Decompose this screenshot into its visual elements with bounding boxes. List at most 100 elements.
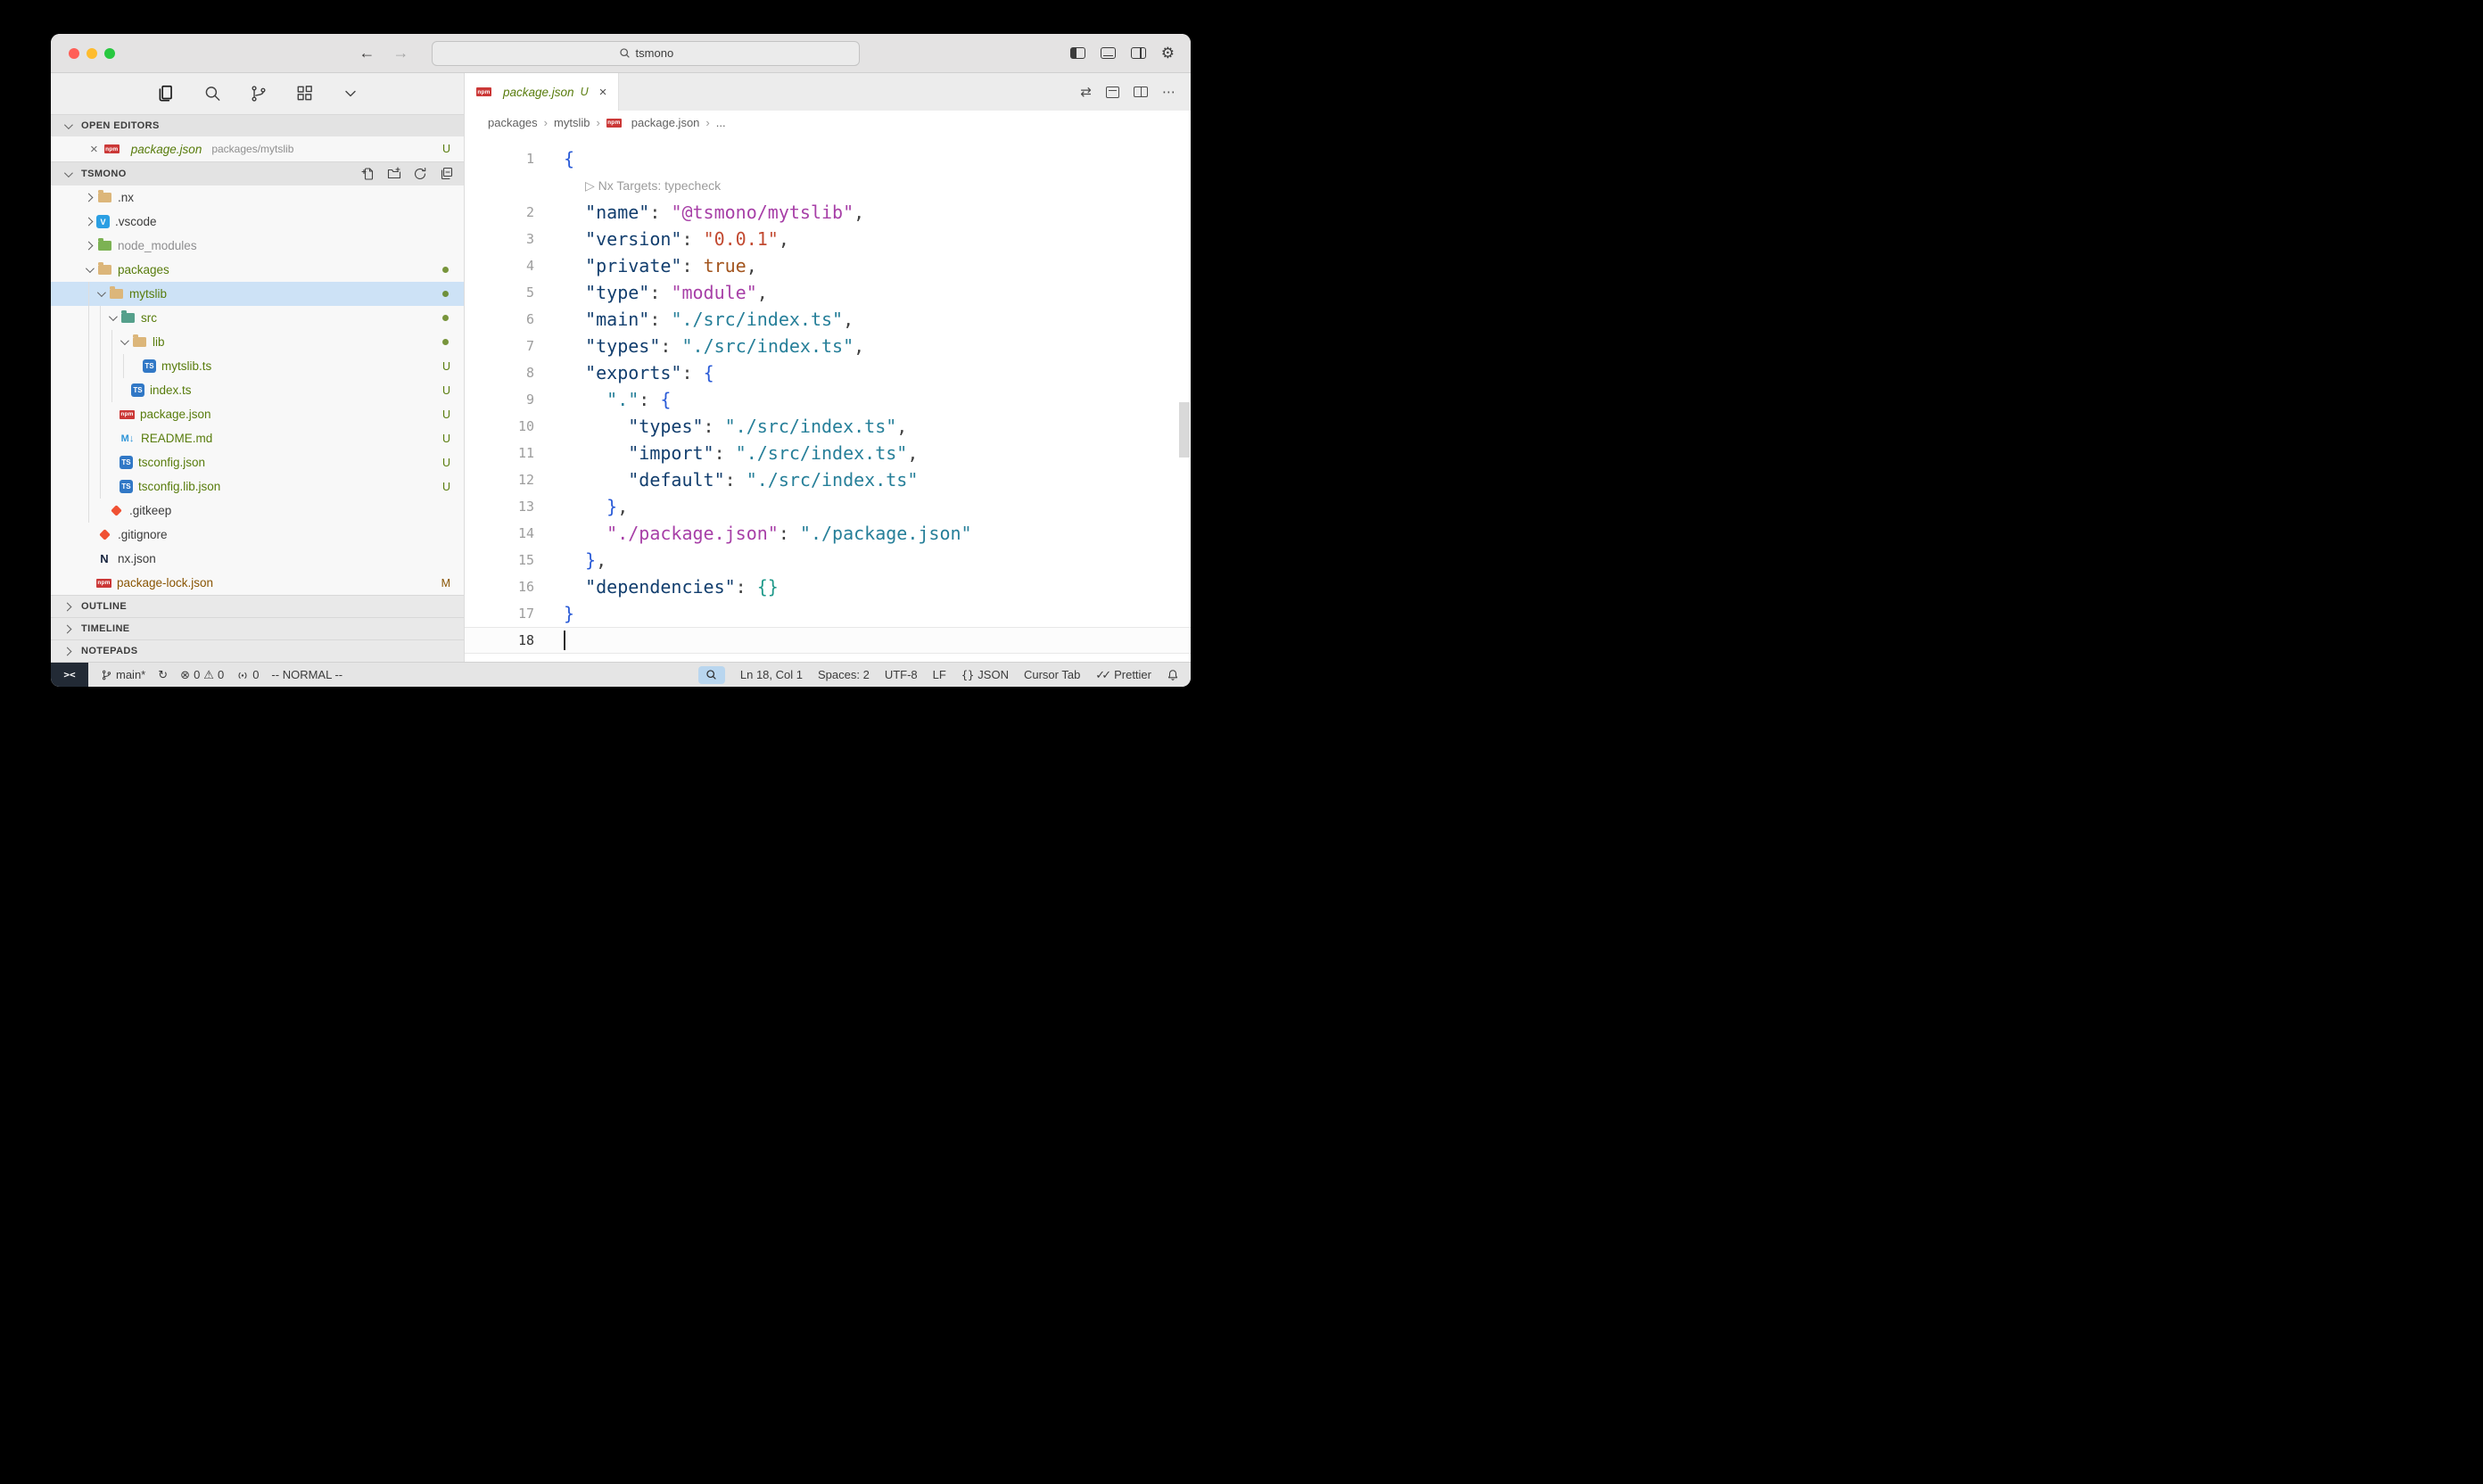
source-control-icon[interactable]: [249, 84, 268, 103]
code-line-17[interactable]: 17}: [465, 600, 1191, 627]
open-editors-label: OPEN EDITORS: [81, 120, 160, 131]
new-folder-icon[interactable]: [387, 167, 401, 181]
close-window-button[interactable]: [69, 48, 79, 59]
tab-package-json[interactable]: npm package.json U ×: [465, 73, 619, 111]
minimize-window-button[interactable]: [87, 48, 97, 59]
extensions-icon[interactable]: [295, 84, 315, 103]
section-notepads[interactable]: NOTEPADS: [51, 639, 464, 662]
tree-item-.vscode[interactable]: V.vscode: [51, 210, 464, 234]
codelens-nx-targets[interactable]: ▷ Nx Targets: typecheck: [465, 172, 1191, 199]
command-center-search[interactable]: tsmono: [432, 41, 860, 66]
vim-mode-text: -- NORMAL --: [271, 668, 342, 681]
tree-item-tsconfig.lib.json[interactable]: TStsconfig.lib.jsonU: [51, 474, 464, 499]
explorer-icon[interactable]: [156, 84, 176, 103]
open-editors-header[interactable]: OPEN EDITORS: [51, 114, 464, 136]
notifications-bell[interactable]: [1167, 669, 1179, 681]
tree-item-mytslib[interactable]: mytslib: [51, 282, 464, 306]
code-line-5[interactable]: 5 "type": "module",: [465, 279, 1191, 306]
toggle-primary-sidebar-icon[interactable]: [1070, 47, 1085, 59]
navigate-back-icon[interactable]: ←: [359, 44, 375, 62]
remote-indicator[interactable]: ><: [51, 663, 88, 687]
breadcrumb-item-packages[interactable]: packages: [488, 116, 538, 129]
editor-scrollbar[interactable]: [1179, 402, 1190, 458]
tree-item-src[interactable]: src: [51, 306, 464, 330]
tree-item-node_modules[interactable]: node_modules: [51, 234, 464, 258]
section-timeline[interactable]: TIMELINE: [51, 617, 464, 639]
tree-item-.nx[interactable]: .nx: [51, 186, 464, 210]
code-line-16[interactable]: 16 "dependencies": {}: [465, 573, 1191, 600]
title-bar: ← → tsmono ⚙: [51, 34, 1191, 73]
tree-item-.gitignore[interactable]: .gitignore: [51, 523, 464, 547]
toggle-panel-icon[interactable]: [1101, 47, 1116, 59]
file-name: README.md: [141, 432, 212, 445]
ports-status[interactable]: 0: [236, 668, 259, 681]
open-editor-package-json[interactable]: × npm package.json packages/mytslib U: [51, 136, 464, 161]
tree-item-.gitkeep[interactable]: .gitkeep: [51, 499, 464, 523]
sync-status[interactable]: ↻: [158, 668, 168, 682]
more-actions-icon[interactable]: ⋯: [1162, 84, 1176, 100]
breadcrumb-item-mytslib[interactable]: mytslib: [554, 116, 590, 129]
collapse-folders-icon[interactable]: [439, 167, 453, 181]
toggle-secondary-sidebar-icon[interactable]: [1131, 47, 1146, 59]
chevron-down-icon: [64, 169, 73, 177]
cursor-position-status[interactable]: Ln 18, Col 1: [740, 668, 803, 681]
tree-item-package-lock.json[interactable]: npmpackage-lock.jsonM: [51, 571, 464, 595]
code-line-11[interactable]: 11 "import": "./src/index.ts",: [465, 440, 1191, 466]
problems-status[interactable]: ⊗ 0 ⚠ 0: [180, 668, 224, 682]
tree-item-mytslib.ts[interactable]: TSmytslib.tsU: [51, 354, 464, 378]
tree-item-lib[interactable]: lib: [51, 330, 464, 354]
close-tab-icon[interactable]: ×: [599, 85, 607, 100]
encoding-status[interactable]: UTF-8: [885, 668, 918, 681]
cursor-tab-status[interactable]: Cursor Tab: [1024, 668, 1080, 681]
vim-mode-indicator[interactable]: -- NORMAL --: [271, 668, 342, 681]
file-name: tsconfig.json: [138, 456, 205, 469]
explorer-section-header[interactable]: TSMONO: [51, 161, 464, 186]
code-line-18[interactable]: 18: [465, 627, 1191, 654]
close-editor-icon[interactable]: ×: [90, 142, 98, 157]
code-line-10[interactable]: 10 "types": "./src/index.ts",: [465, 413, 1191, 440]
chevron-down-icon: [109, 312, 118, 321]
tree-item-nx.json[interactable]: Nnx.json: [51, 547, 464, 571]
code-line-12[interactable]: 12 "default": "./src/index.ts": [465, 466, 1191, 493]
code-line-8[interactable]: 8 "exports": {: [465, 359, 1191, 386]
tree-item-README.md[interactable]: M↓README.mdU: [51, 426, 464, 450]
code-line-9[interactable]: 9 ".": {: [465, 386, 1191, 413]
git-status-badge: U: [442, 384, 450, 397]
eol-status[interactable]: LF: [933, 668, 946, 681]
split-editor-icon[interactable]: [1134, 87, 1148, 97]
code-line-14[interactable]: 14 "./package.json": "./package.json": [465, 520, 1191, 547]
indentation-status[interactable]: Spaces: 2: [818, 668, 870, 681]
formatter-status[interactable]: ✓✓ Prettier: [1095, 668, 1151, 682]
new-file-icon[interactable]: [361, 167, 375, 181]
code-line-2[interactable]: 2 "name": "@tsmono/mytslib",: [465, 199, 1191, 226]
section-outline[interactable]: OUTLINE: [51, 595, 464, 617]
screencast-zoom-button[interactable]: [698, 666, 725, 684]
code-line-13[interactable]: 13 },: [465, 493, 1191, 520]
breadcrumb-item--[interactable]: ...: [716, 116, 726, 129]
code-line-15[interactable]: 15 },: [465, 547, 1191, 573]
chevron-down-icon[interactable]: [342, 85, 359, 103]
open-preview-icon[interactable]: [1106, 87, 1119, 98]
code-line-7[interactable]: 7 "types": "./src/index.ts",: [465, 333, 1191, 359]
settings-gear-icon[interactable]: ⚙: [1161, 45, 1175, 61]
code-line-1[interactable]: 1{: [465, 145, 1191, 172]
language-mode-status[interactable]: {} JSON: [961, 668, 1009, 681]
code-line-3[interactable]: 3 "version": "0.0.1",: [465, 226, 1191, 252]
code-line-4[interactable]: 4 "private": true,: [465, 252, 1191, 279]
tree-item-package.json[interactable]: npmpackage.jsonU: [51, 402, 464, 426]
git-branch-status[interactable]: main*: [101, 668, 145, 681]
breadcrumb-item-package-json[interactable]: npmpackage.json: [606, 116, 700, 129]
npm-icon: npm: [476, 87, 491, 96]
compare-changes-icon[interactable]: ⇄: [1080, 84, 1092, 100]
tree-item-index.ts[interactable]: TSindex.tsU: [51, 378, 464, 402]
refresh-icon[interactable]: [413, 167, 427, 181]
maximize-window-button[interactable]: [104, 48, 115, 59]
tree-item-tsconfig.json[interactable]: TStsconfig.jsonU: [51, 450, 464, 474]
nx-icon: N: [96, 552, 112, 566]
code-line-6[interactable]: 6 "main": "./src/index.ts",: [465, 306, 1191, 333]
code-editor[interactable]: 1{▷ Nx Targets: typecheck2 "name": "@tsm…: [465, 145, 1191, 654]
navigate-forward-icon[interactable]: →: [392, 44, 408, 62]
editor-group: npm package.json U × ⇄ ⋯ packages›mytsli…: [465, 73, 1191, 662]
tree-item-packages[interactable]: packages: [51, 258, 464, 282]
search-view-icon[interactable]: [202, 84, 222, 103]
